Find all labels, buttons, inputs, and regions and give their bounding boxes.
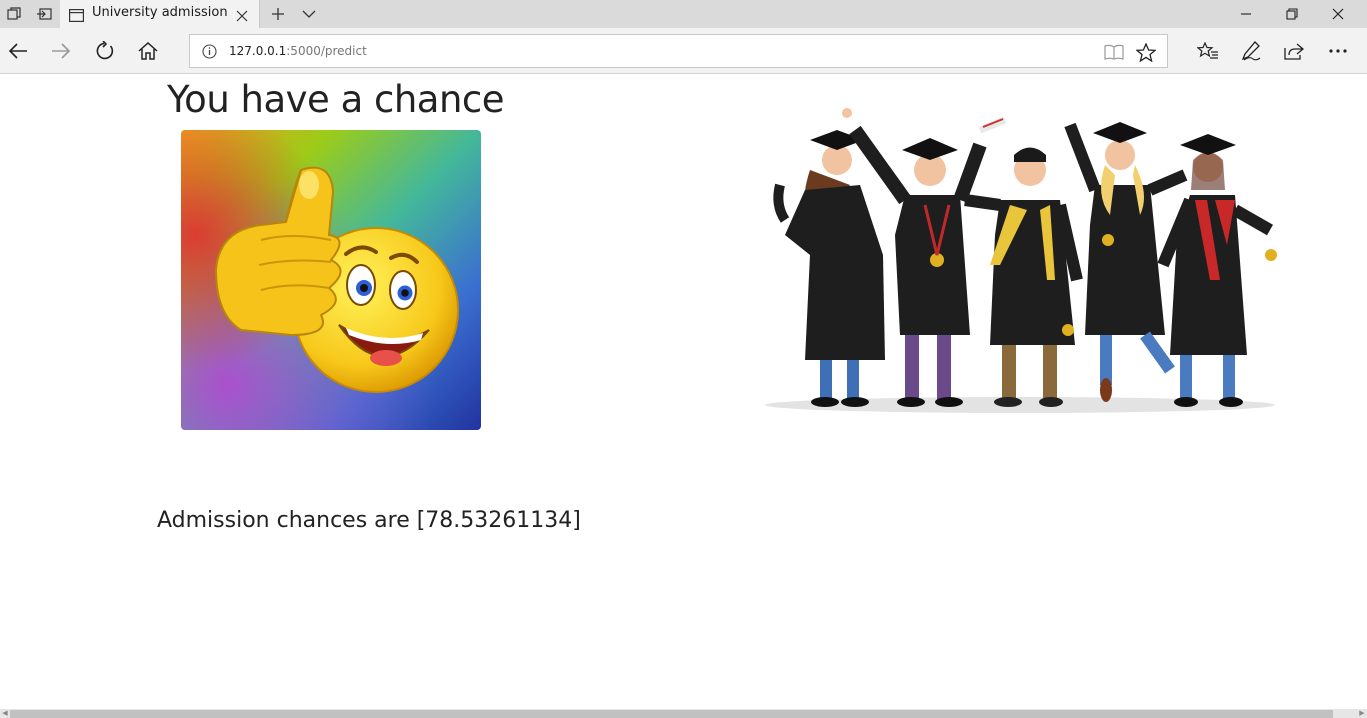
new-tab-plus-icon[interactable] [264, 0, 292, 28]
set-aside-tabs-icon[interactable] [30, 0, 58, 28]
url-text[interactable]: 127.0.0.1:5000/predict [229, 44, 367, 58]
scrollbar-thumb[interactable] [10, 710, 1333, 718]
favorites-list-icon[interactable] [1192, 35, 1224, 67]
browser-tab[interactable]: University admission pr [60, 0, 260, 28]
close-tab-icon[interactable] [236, 7, 248, 26]
tab-preview-chevron-down-icon[interactable] [295, 0, 323, 28]
forward-arrow-icon[interactable] [45, 35, 77, 67]
horizontal-scrollbar[interactable]: ◀ ▶ [0, 709, 1367, 718]
tab-title: University admission pr [92, 5, 232, 20]
browser-toolbar: 127.0.0.1:5000/predict [0, 28, 1367, 74]
admission-result-text: Admission chances are [78.53261134] [157, 508, 581, 533]
info-icon[interactable] [202, 44, 217, 63]
scroll-left-icon[interactable]: ◀ [0, 709, 10, 718]
thumbs-up-emoji-image [181, 130, 481, 430]
pen-icon[interactable] [1235, 35, 1267, 67]
favorite-star-icon[interactable] [1135, 41, 1157, 63]
close-window-icon[interactable] [1315, 0, 1361, 28]
tab-actions-icon[interactable] [0, 0, 28, 28]
back-arrow-icon[interactable] [2, 35, 34, 67]
address-bar[interactable]: 127.0.0.1:5000/predict [189, 34, 1168, 68]
graduates-illustration [765, 105, 1285, 415]
restore-icon[interactable] [1269, 0, 1315, 28]
home-icon[interactable] [132, 35, 164, 67]
share-icon[interactable] [1278, 35, 1310, 67]
page-icon [69, 7, 85, 26]
scroll-right-icon[interactable]: ▶ [1357, 709, 1367, 718]
more-icon[interactable] [1322, 35, 1354, 67]
reading-view-book-icon[interactable] [1103, 41, 1125, 63]
url-host: 127.0.0.1 [229, 44, 287, 58]
url-path: :5000/predict [286, 44, 367, 58]
tab-strip: University admission pr [0, 0, 1367, 28]
page-content: You have a chance Admission chances are … [0, 75, 1367, 709]
page-heading: You have a chance [167, 78, 505, 121]
refresh-icon[interactable] [89, 35, 121, 67]
minimize-icon[interactable] [1223, 0, 1269, 28]
